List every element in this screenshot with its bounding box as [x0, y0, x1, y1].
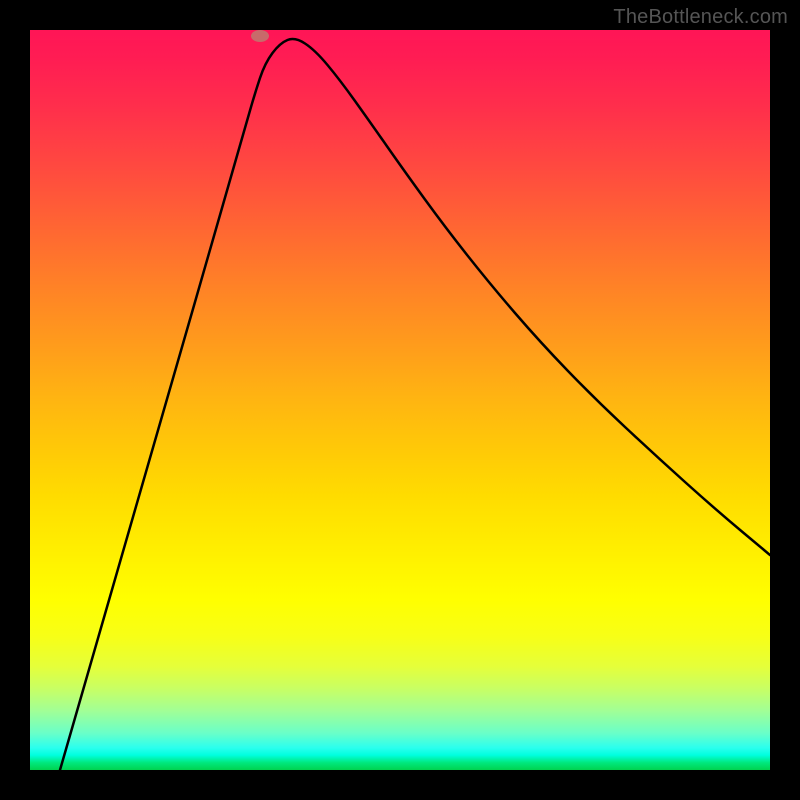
chart-frame: TheBottleneck.com [0, 0, 800, 800]
plot-area [30, 30, 770, 770]
bottleneck-curve [60, 39, 770, 770]
curve-svg [30, 30, 770, 770]
minimum-marker [251, 30, 269, 42]
watermark-text: TheBottleneck.com [613, 6, 788, 29]
